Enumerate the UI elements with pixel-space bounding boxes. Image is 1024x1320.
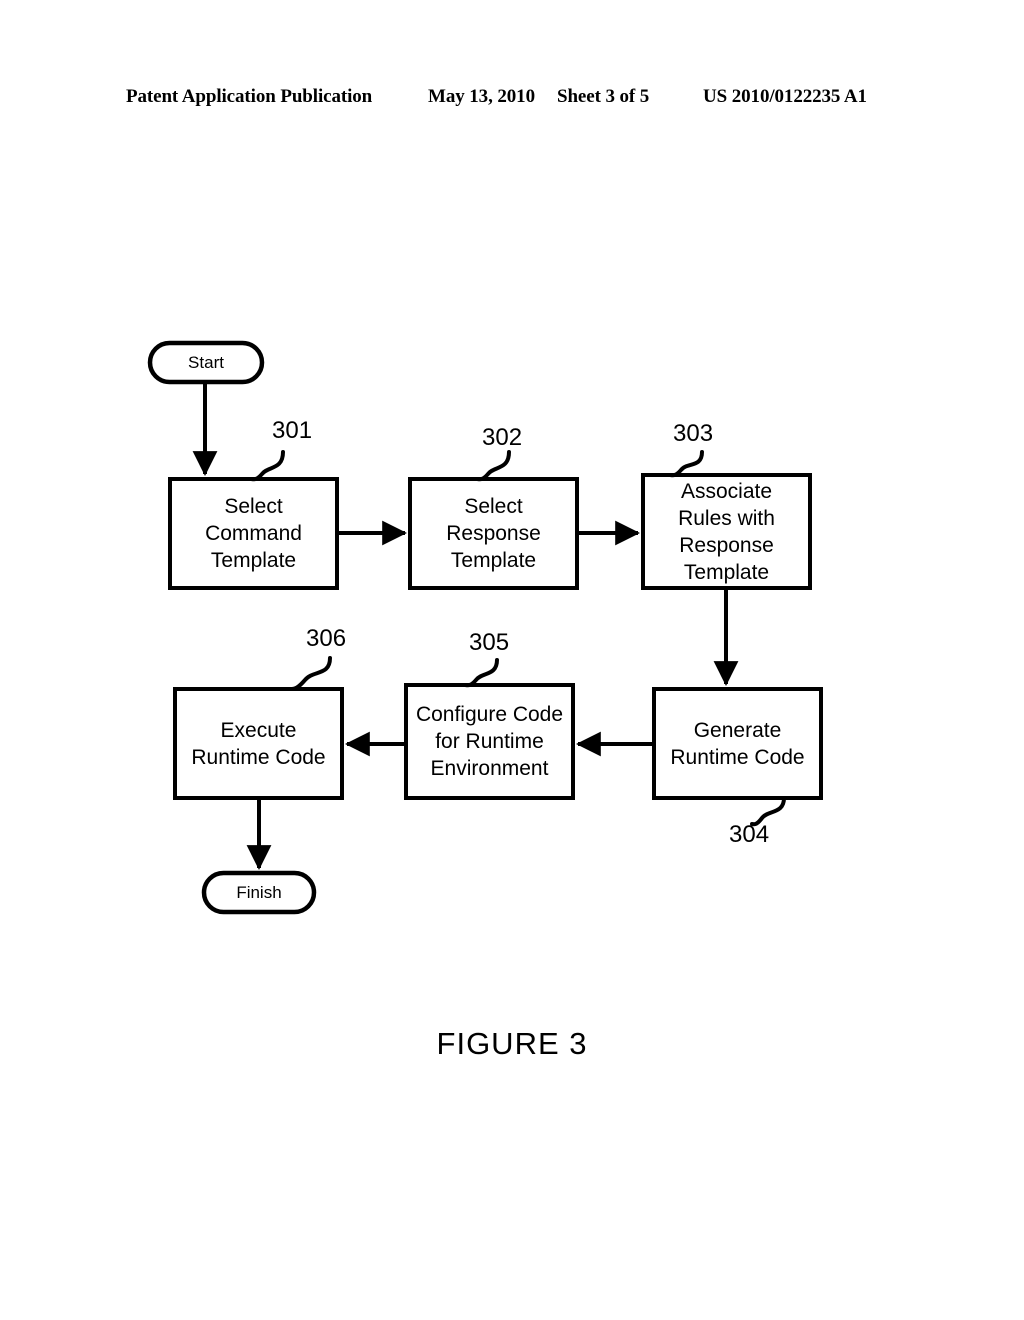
step-303-label: Associate Rules with Response Template: [678, 479, 775, 584]
leader-line-301: [249, 450, 285, 482]
step-301-label: Select Command Template: [205, 495, 302, 572]
reference-numeral-301: 301: [272, 417, 313, 444]
reference-numeral-303: 303: [673, 420, 714, 447]
reference-numeral-304: 304: [729, 821, 770, 848]
start-terminal-label: Start: [188, 352, 224, 372]
step-305-label: Configure Code for Runtime Environment: [415, 703, 564, 780]
reference-numeral-305: 305: [469, 629, 510, 656]
step-306-label: Execute Runtime Code: [191, 718, 326, 769]
leader-line-302: [475, 450, 511, 482]
figure-caption: FIGURE 3: [436, 1026, 588, 1061]
reference-numeral-306: 306: [306, 625, 347, 652]
finish-terminal-label: Finish: [236, 882, 282, 902]
step-302-label: Select Response Template: [446, 495, 541, 572]
leader-line-306: [290, 656, 332, 691]
leader-line-305: [463, 658, 499, 688]
flowchart-diagram: [147, 340, 823, 915]
reference-numeral-302: 302: [482, 424, 523, 451]
patent-page: Patent Application Publication May 13, 2…: [0, 0, 1024, 1320]
leader-line-303: [668, 450, 704, 478]
step-304-label: Generate Runtime Code: [670, 718, 805, 769]
